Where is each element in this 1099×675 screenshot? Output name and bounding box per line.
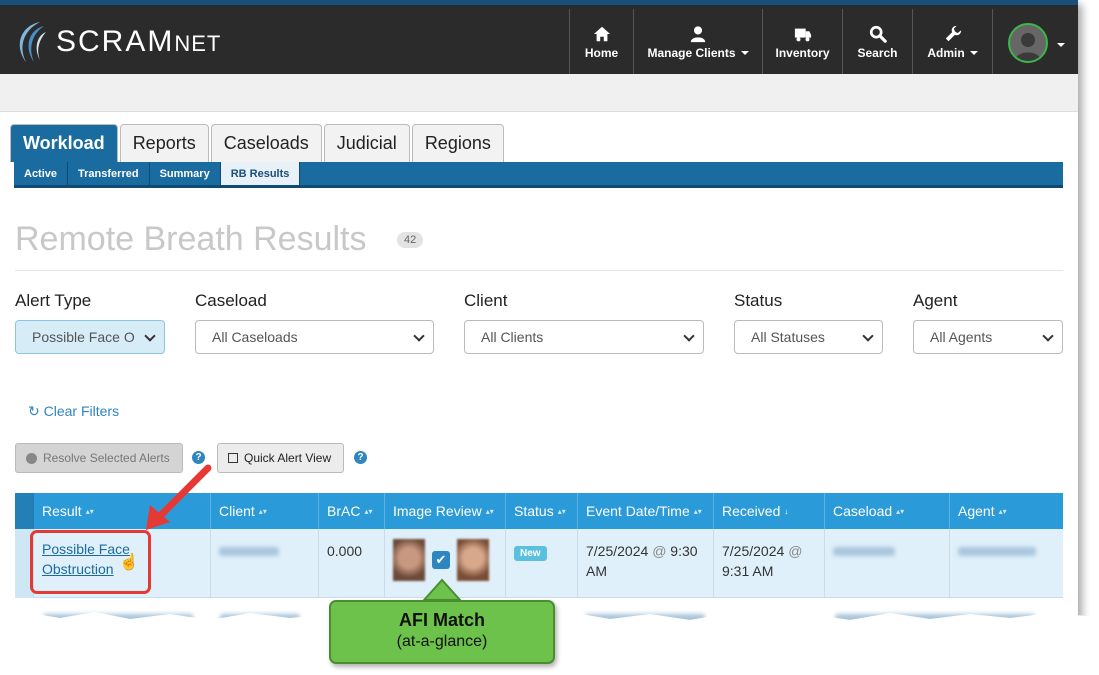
agent-cell[interactable] [950,529,1063,598]
chevron-down-icon [1042,330,1054,342]
check-circle-icon [26,452,37,464]
tab-regions[interactable]: Regions [411,124,504,162]
redacted-caseload [833,547,895,556]
nav-admin-label: Admin [927,46,978,60]
breadcrumb-strip [0,74,1078,112]
col-client[interactable]: Client ▴▾ [211,493,319,529]
chevron-down-icon [413,330,425,342]
nav-home-label: Home [584,45,619,60]
nav-home[interactable]: Home [569,9,633,75]
home-icon [593,26,610,41]
caseload-cell[interactable] [825,529,950,598]
scramnet-logo[interactable]: SCRAMNET [12,19,221,65]
client-value: All Clients [481,329,544,345]
caseload-label: Caseload [195,291,267,310]
alert-type-label: Alert Type [15,291,92,310]
resolve-alerts-label: Resolve Selected Alerts [43,451,170,465]
brac-cell: 0.000 [319,529,385,598]
logo-wordmark: SCRAMNET [56,25,222,58]
face-image-reference[interactable] [456,539,489,581]
alert-type-value: Possible Face O [32,329,135,345]
redacted-client-name [219,547,279,556]
client-select[interactable]: All Clients [464,320,704,354]
nav-search-label: Search [857,45,898,60]
table-header: Result ▴▾ Client ▴▾ BrAC ▴▾ Image Review ▴▾ … [15,493,1063,529]
clear-filters-label: Clear Filters [43,403,120,419]
agent-select[interactable]: All Agents [913,320,1063,354]
chevron-down-icon [683,330,695,342]
help-icon[interactable]: ? [354,451,367,464]
nav-manage-clients-label: Manage Clients [647,46,749,60]
tab-judicial[interactable]: Judicial [323,124,410,162]
clear-filters-link[interactable]: ↻ Clear Filters [28,403,119,420]
nav-admin[interactable]: Admin [912,9,992,75]
chevron-down-icon [144,330,156,342]
col-image-review[interactable]: Image Review ▴▾ [385,493,506,529]
tab-reports[interactable]: Reports [119,124,209,162]
caseload-value: All Caseloads [212,329,298,345]
tab-caseloads[interactable]: Caseloads [210,124,322,162]
results-count-badge: 42 [397,232,424,248]
col-received[interactable]: Received ↓ [714,493,825,529]
tab-workload[interactable]: Workload [10,124,118,162]
status-badge: New [514,546,547,561]
user-icon [690,25,706,42]
sub-tabs: Active Transferred Summary RB Results [14,162,1063,188]
nav-inventory-label: Inventory [775,45,830,60]
subtab-rb-results[interactable]: RB Results [220,162,301,185]
afi-match-check-icon: ✔ [431,551,450,569]
wrench-icon [945,25,961,41]
top-navbar: SCRAMNET Home Manage Clients Inventory S… [0,0,1078,75]
afi-callout-title: AFI Match [398,610,485,630]
client-cell[interactable] [211,529,319,598]
status-cell: New [506,529,578,598]
col-agent[interactable]: Agent ▴▾ [950,493,1063,529]
refresh-icon: ↻ [28,403,40,419]
external-link-icon [228,453,238,463]
agent-label: Agent [913,291,958,310]
col-result[interactable]: Result ▴▾ [34,493,211,529]
table-row[interactable]: Possible Face Obstruction ☝ 0.000 ✔ New 7… [15,529,1063,598]
subtab-summary[interactable]: Summary [150,162,221,185]
page-title: Remote Breath Results [15,220,367,258]
logo-mark-icon [19,22,46,62]
face-image-photo[interactable] [393,539,425,581]
col-brac[interactable]: BrAC ▴▾ [319,493,385,529]
quick-alert-view-button[interactable]: Quick Alert View [217,443,344,473]
help-icon[interactable]: ? [192,451,205,464]
nav-search[interactable]: Search [842,9,912,75]
nav-manage-clients[interactable]: Manage Clients [633,9,762,75]
redacted-agent [958,547,1036,556]
chevron-down-icon [862,330,874,342]
afi-match-callout: AFI Match (at-a-glance) [329,600,555,664]
subtab-active[interactable]: Active [14,162,69,185]
col-status[interactable]: Status ▴▾ [506,493,578,529]
event-date-cell: 7/25/2024 @ 9:30 AM [578,529,714,598]
status-value: All Statuses [751,329,825,345]
app-window: SCRAMNET Home Manage Clients Inventory S… [0,0,1078,622]
resolve-alerts-button[interactable]: Resolve Selected Alerts [15,443,183,473]
status-select[interactable]: All Statuses [734,320,883,354]
col-caseload[interactable]: Caseload ▴▾ [825,493,950,529]
image-review-cell: ✔ [385,529,506,598]
truck-icon [794,28,811,41]
select-column [15,493,34,529]
received-cell: 7/25/2024 @9:31 AM [714,529,825,598]
subtab-transferred[interactable]: Transferred [68,162,150,185]
profile-caret-icon [1057,43,1065,47]
title-divider [15,270,1063,271]
search-icon [869,25,887,43]
quick-alert-view-label: Quick Alert View [244,451,332,465]
result-highlight-box [30,530,151,594]
afi-callout-subtitle: (at-a-glance) [396,633,488,650]
alert-type-select[interactable]: Possible Face O [15,320,165,354]
avatar-icon[interactable] [1008,23,1048,63]
caseload-select[interactable]: All Caseloads [195,320,434,354]
nav-inventory[interactable]: Inventory [762,9,842,75]
agent-value: All Agents [930,329,993,345]
status-label: Status [734,291,783,310]
main-tabs: Workload Reports Caseloads Judicial Regi… [10,124,506,162]
col-event-date[interactable]: Event Date/Time ▴▾ [578,493,714,529]
client-label: Client [464,291,508,310]
